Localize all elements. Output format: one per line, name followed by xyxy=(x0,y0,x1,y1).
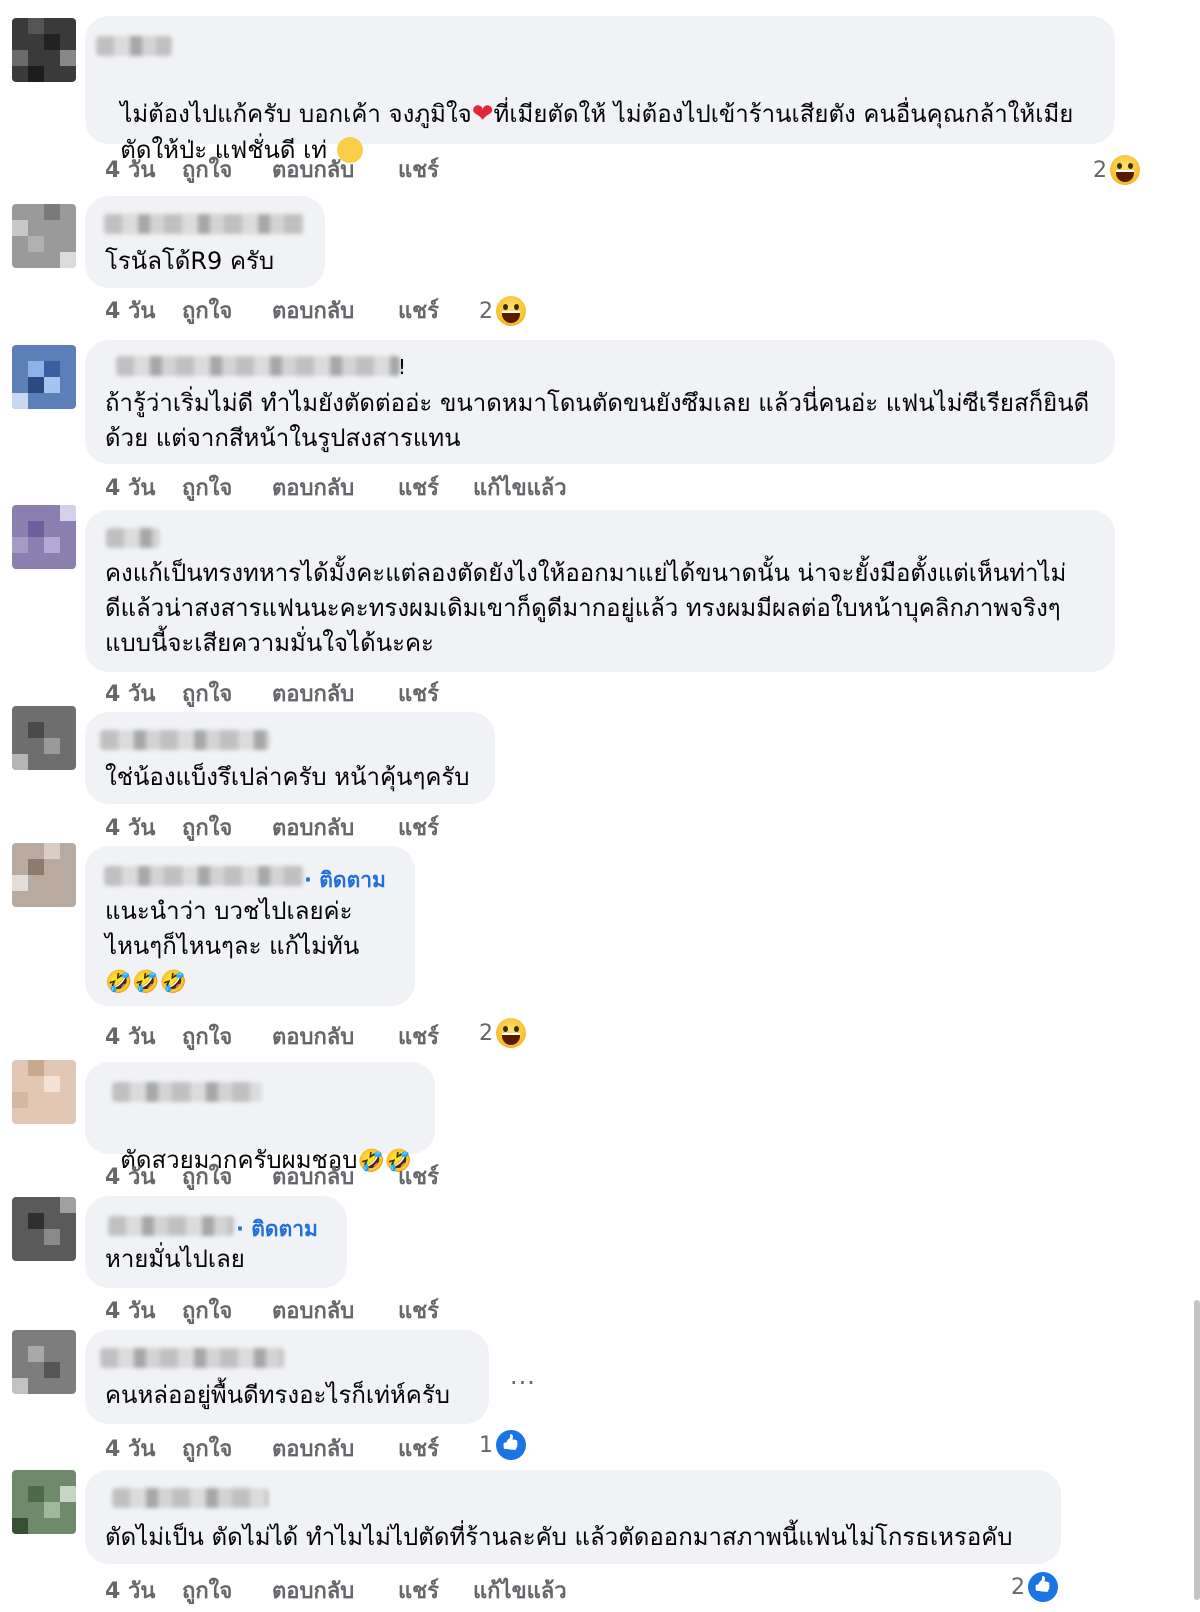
share-button[interactable]: แชร์ xyxy=(398,1019,439,1054)
comment-text: ใช่น้องแบ็งรึเปล่าครับ หน้าคุ้นๆครับ xyxy=(105,763,470,791)
commenter-name[interactable] xyxy=(112,1082,262,1102)
avatar[interactable] xyxy=(12,18,76,82)
like-button[interactable]: ถูกใจ xyxy=(182,676,232,711)
avatar[interactable] xyxy=(12,706,76,770)
timestamp[interactable]: 4 วัน xyxy=(105,1293,155,1328)
commenter-name[interactable] xyxy=(104,214,304,234)
reaction-summary[interactable]: 2 xyxy=(1011,1570,1058,1604)
more-options-icon[interactable]: ... xyxy=(510,1362,536,1390)
timestamp[interactable]: 4 วัน xyxy=(105,810,155,845)
timestamp[interactable]: 4 วัน xyxy=(105,293,155,328)
share-button[interactable]: แชร์ xyxy=(398,1573,439,1608)
name-suffix: ! xyxy=(398,355,407,379)
timestamp[interactable]: 4 วัน xyxy=(105,1159,155,1194)
share-button[interactable]: แชร์ xyxy=(398,470,439,505)
reaction-summary[interactable]: 1 xyxy=(479,1428,526,1462)
share-button[interactable]: แชร์ xyxy=(398,676,439,711)
share-button[interactable]: แชร์ xyxy=(398,152,439,187)
like-button[interactable]: ถูกใจ xyxy=(182,810,232,845)
commenter-name[interactable] xyxy=(100,1348,284,1368)
comment-text: โรนัลโด้R9 ครับ xyxy=(105,247,275,275)
edited-label[interactable]: แก้ไขแล้ว xyxy=(473,470,567,505)
reply-button[interactable]: ตอบกลับ xyxy=(272,1019,354,1054)
commenter-name[interactable] xyxy=(104,866,304,886)
avatar[interactable] xyxy=(12,1060,76,1124)
like-icon xyxy=(496,1430,526,1460)
like-button[interactable]: ถูกใจ xyxy=(182,1159,232,1194)
comment-text: หายมั่นไปเลย xyxy=(105,1245,245,1273)
share-button[interactable]: แชร์ xyxy=(398,1159,439,1194)
timestamp[interactable]: 4 วัน xyxy=(105,1019,155,1054)
share-button[interactable]: แชร์ xyxy=(398,1431,439,1466)
like-button[interactable]: ถูกใจ xyxy=(182,152,232,187)
comment-text: แนะนำว่า บวชไปเลยค่ะ ไหนๆก็ไหนๆละ แก้ไม่… xyxy=(105,897,360,960)
avatar[interactable] xyxy=(12,345,76,409)
scrollbar[interactable] xyxy=(1194,1300,1200,1600)
comment-text: ถ้ารู้ว่าเริ่มไม่ดี ทำไมยังตัดต่ออ่ะ ขนา… xyxy=(105,389,1090,452)
like-button[interactable]: ถูกใจ xyxy=(182,1293,232,1328)
commenter-name[interactable] xyxy=(116,356,400,376)
timestamp[interactable]: 4 วัน xyxy=(105,470,155,505)
avatar[interactable] xyxy=(12,1197,76,1261)
reply-button[interactable]: ตอบกลับ xyxy=(272,1431,354,1466)
like-button[interactable]: ถูกใจ xyxy=(182,1573,232,1608)
commenter-name[interactable] xyxy=(100,730,270,750)
heart-emoji-icon: ❤ xyxy=(471,99,494,129)
reply-button[interactable]: ตอบกลับ xyxy=(272,470,354,505)
timestamp[interactable]: 4 วัน xyxy=(105,152,155,187)
commenter-name[interactable] xyxy=(96,36,172,56)
like-button[interactable]: ถูกใจ xyxy=(182,293,232,328)
reply-button[interactable]: ตอบกลับ xyxy=(272,293,354,328)
commenter-name[interactable] xyxy=(108,1216,234,1236)
haha-icon xyxy=(496,1018,526,1048)
reply-button[interactable]: ตอบกลับ xyxy=(272,1159,354,1194)
timestamp[interactable]: 4 วัน xyxy=(105,1573,155,1608)
like-button[interactable]: ถูกใจ xyxy=(182,1431,232,1466)
like-button[interactable]: ถูกใจ xyxy=(182,470,232,505)
timestamp[interactable]: 4 วัน xyxy=(105,676,155,711)
commenter-name[interactable] xyxy=(106,528,160,548)
reaction-summary[interactable]: 2 xyxy=(479,1016,526,1050)
reply-button[interactable]: ตอบกลับ xyxy=(272,1573,354,1608)
like-icon xyxy=(1028,1572,1058,1602)
avatar[interactable] xyxy=(12,505,76,569)
follow-link[interactable]: · ติดตาม xyxy=(236,1213,318,1246)
follow-link[interactable]: · ติดตาม xyxy=(304,864,386,897)
reaction-summary[interactable]: 2 xyxy=(479,294,526,328)
haha-icon xyxy=(496,296,526,326)
reply-button[interactable]: ตอบกลับ xyxy=(272,1293,354,1328)
edited-label[interactable]: แก้ไขแล้ว xyxy=(473,1573,567,1608)
avatar[interactable] xyxy=(12,204,76,268)
avatar[interactable] xyxy=(12,843,76,907)
avatar[interactable] xyxy=(12,1330,76,1394)
haha-icon xyxy=(1110,155,1140,185)
laughing-emojis: 🤣🤣🤣 xyxy=(105,970,188,995)
comment-text: ตัดไม่เป็น ตัดไม่ได้ ทำไมไม่ไปตัดที่ร้าน… xyxy=(105,1523,1013,1551)
reply-button[interactable]: ตอบกลับ xyxy=(272,152,354,187)
share-button[interactable]: แชร์ xyxy=(398,293,439,328)
reply-button[interactable]: ตอบกลับ xyxy=(272,810,354,845)
comment-text: คงแก้เป็นทรงทหารได้มั้งคะแต่ลองตัดยังไงใ… xyxy=(105,559,1067,657)
commenter-name[interactable] xyxy=(112,1488,268,1508)
comment-text: คนหล่ออยู่พื้นดีทรงอะไรก็เท่ห์ครับ xyxy=(105,1381,450,1409)
share-button[interactable]: แชร์ xyxy=(398,810,439,845)
reaction-summary[interactable]: 2 xyxy=(1093,153,1140,187)
avatar[interactable] xyxy=(12,1470,76,1534)
reply-button[interactable]: ตอบกลับ xyxy=(272,676,354,711)
timestamp[interactable]: 4 วัน xyxy=(105,1431,155,1466)
share-button[interactable]: แชร์ xyxy=(398,1293,439,1328)
like-button[interactable]: ถูกใจ xyxy=(182,1019,232,1054)
